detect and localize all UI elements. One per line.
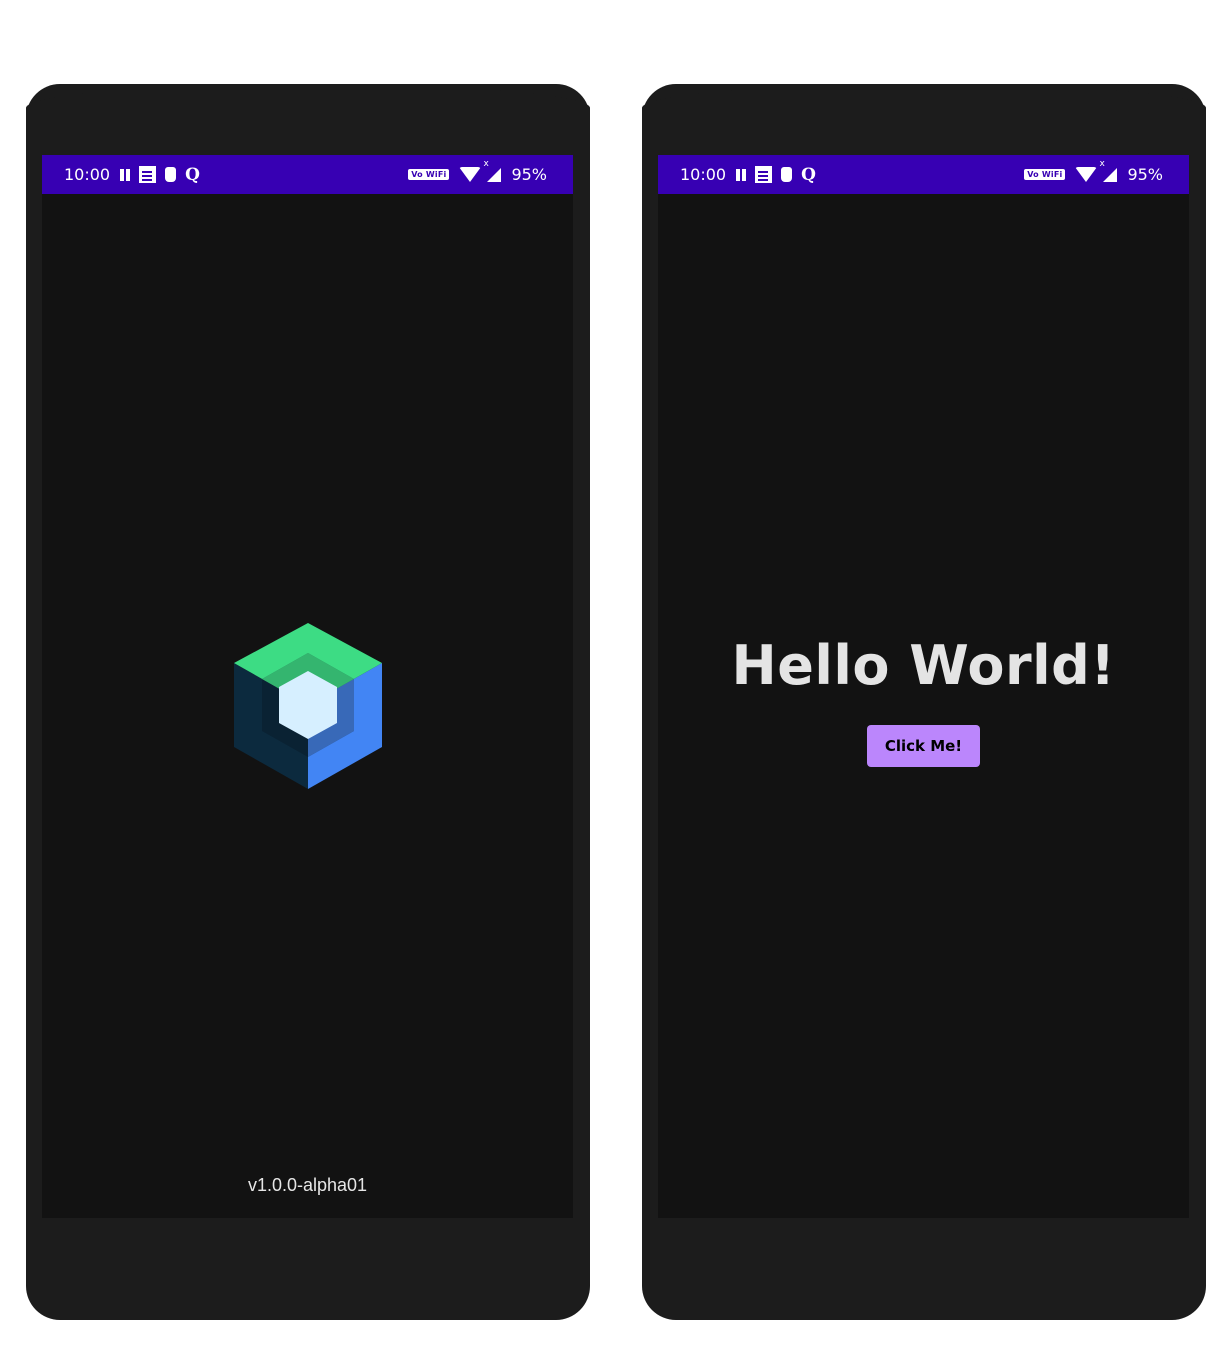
status-bar: 10:00 Q Vo WiFi x 95%: [658, 155, 1189, 194]
gift-icon: [781, 167, 793, 182]
status-bar: 10:00 Q Vo WiFi x 95%: [42, 155, 573, 194]
logo-svg: [234, 623, 382, 789]
signal-x-label: x: [1099, 158, 1105, 169]
version-label: v1.0.0-alpha01: [247, 1175, 368, 1195]
signal-icon: x: [483, 159, 502, 182]
status-time: 10:00: [680, 165, 727, 184]
news-icon: [755, 166, 773, 183]
q-icon: Q: [801, 164, 816, 185]
news-icon: [139, 166, 157, 183]
signal-icon: x: [1099, 159, 1118, 182]
greeting-text: Hello World!: [731, 634, 1116, 697]
wifi-icon: [459, 167, 482, 182]
q-icon: Q: [185, 164, 200, 185]
vowifi-icon: Vo WiFi: [408, 169, 450, 180]
app-screen-main: 10:00 Q Vo WiFi x 95% Hello World! Click…: [658, 155, 1189, 1218]
pause-icon: [120, 168, 131, 181]
wifi-icon: [1075, 167, 1098, 182]
signal-x-label: x: [483, 158, 489, 169]
battery-percent: 95%: [511, 165, 547, 184]
gift-icon: [165, 167, 177, 182]
app-screen-splash: 10:00 Q Vo WiFi x 95% v1.0.0-alpha01: [42, 155, 573, 1218]
vowifi-icon: Vo WiFi: [1024, 169, 1066, 180]
pause-icon: [736, 168, 747, 181]
phone-frame-left: 10:00 Q Vo WiFi x 95% v1.0.0-alpha01: [26, 84, 590, 1320]
status-time: 10:00: [64, 165, 111, 184]
jetpack-compose-logo-icon: [232, 621, 384, 791]
main-content: Hello World! Click Me!: [658, 635, 1189, 767]
click-me-button[interactable]: Click Me!: [866, 725, 981, 767]
phone-frame-right: 10:00 Q Vo WiFi x 95% Hello World! Click…: [642, 84, 1206, 1320]
battery-percent: 95%: [1127, 165, 1163, 184]
